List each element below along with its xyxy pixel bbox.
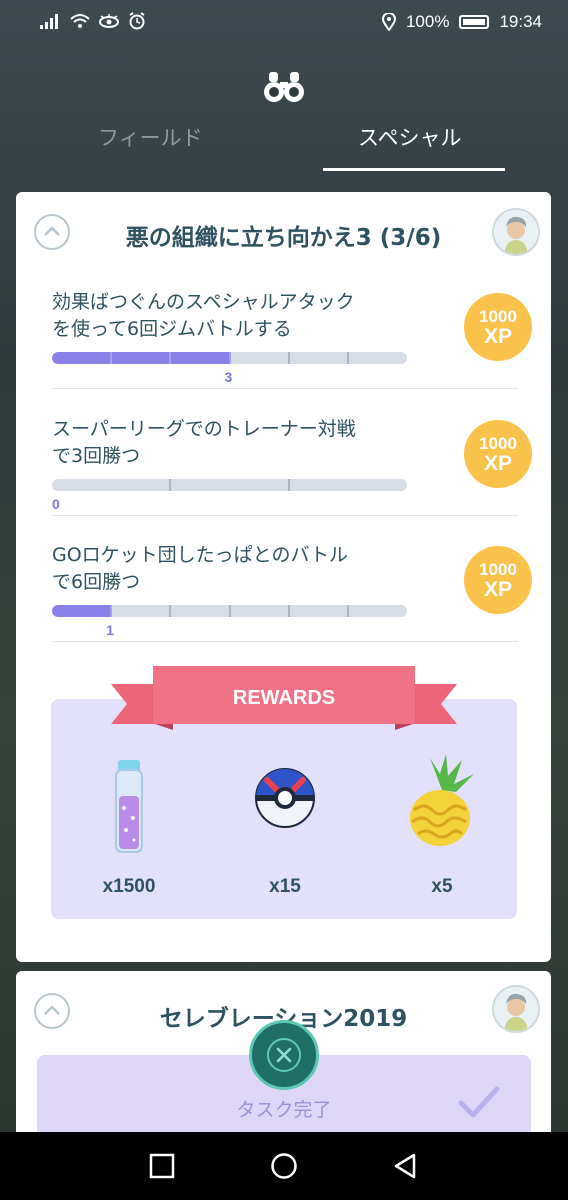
battery-percent: 100% <box>405 12 450 31</box>
professor-avatar <box>492 985 540 1033</box>
progress-segment-divider <box>346 605 349 617</box>
reward-quantity: x15 <box>269 876 301 897</box>
status-bar: 100% 19:34 <box>0 0 568 48</box>
close-icon <box>267 1038 301 1072</box>
special-research-card: 悪の組織に立ち向かえ3 (3/6) 効果ばつぐんのスペシャルアタック を使って6… <box>16 192 551 962</box>
professor-willow-icon <box>494 987 538 1031</box>
rewards-title: REWARDS <box>233 687 335 709</box>
task-description: スーパーリーグでのトレーナー対戦 で3回勝つ <box>52 416 422 470</box>
task-progress-bar <box>52 479 407 491</box>
reward-quantity: x1500 <box>102 876 156 897</box>
signal-icon <box>40 14 58 29</box>
research-task-3: GOロケット団したっぱとのバトル で6回勝つ 1000 XP 1 <box>52 542 532 662</box>
location-icon <box>381 13 396 31</box>
task-text-line-1: スーパーリーグでのトレーナー対戦 <box>52 418 356 440</box>
battery-icon <box>459 15 490 29</box>
reward-stardust: x1500 <box>69 752 189 897</box>
back-icon[interactable] <box>392 1152 418 1180</box>
xp-unit: XP <box>483 578 512 601</box>
progress-segment-divider <box>287 605 290 617</box>
task-description: 効果ばつぐんのスペシャルアタック を使って6回ジムバトルする <box>52 289 422 343</box>
progress-segment-divider <box>287 479 290 491</box>
xp-reward-badge: 1000 XP <box>464 293 532 361</box>
active-tab-indicator <box>323 168 505 171</box>
research-task-1: 効果ばつぐんのスペシャルアタック を使って6回ジムバトルする 1000 XP 3 <box>52 289 532 409</box>
xp-amount: 1000 <box>479 560 517 579</box>
task-text-line-1: GOロケット団したっぱとのバトル <box>52 544 349 566</box>
wifi-icon <box>70 14 90 28</box>
research-title: 悪の組織に立ち向かえ3 (3/6) <box>125 225 442 251</box>
recents-icon[interactable] <box>149 1153 175 1179</box>
golden-pinap-berry-icon <box>410 754 474 846</box>
status-icons-left <box>40 12 146 30</box>
task-text-line-2: で6回勝つ <box>52 571 141 593</box>
divider <box>52 641 518 642</box>
progress-segment-divider <box>169 479 172 491</box>
progress-segment-divider <box>169 605 172 617</box>
progress-segment-divider <box>346 352 349 364</box>
reward-quantity: x5 <box>431 876 453 897</box>
great-ball-icon <box>255 768 315 828</box>
progress-segment-divider <box>169 352 172 364</box>
task-progress-bar <box>52 352 407 364</box>
xp-unit: XP <box>483 452 512 475</box>
xp-unit: XP <box>483 325 512 348</box>
progress-count: 0 <box>52 496 60 512</box>
progress-segment-divider <box>110 352 113 364</box>
home-icon[interactable] <box>270 1152 298 1180</box>
clock: 19:34 <box>499 12 542 31</box>
status-icons-right: 100% 19:34 <box>381 12 542 32</box>
divider <box>52 515 518 516</box>
divider <box>52 388 518 389</box>
progress-fill <box>52 352 230 364</box>
close-button[interactable] <box>249 1020 319 1090</box>
research-tabs: フィールド スペシャル <box>0 118 568 174</box>
tab-special[interactable]: スペシャル <box>358 122 462 152</box>
rewards-ribbon: REWARDS <box>111 666 457 730</box>
tab-field[interactable]: フィールド <box>98 122 203 152</box>
task-text-line-1: 効果ばつぐんのスペシャルアタック <box>52 291 355 313</box>
progress-segment-divider <box>228 352 231 364</box>
stardust-icon <box>115 760 143 853</box>
progress-fill <box>52 605 112 617</box>
professor-willow-icon <box>494 210 538 254</box>
progress-count: 3 <box>224 369 233 385</box>
xp-amount: 1000 <box>479 434 517 453</box>
task-text-line-2: を使って6回ジムバトルする <box>52 318 292 340</box>
alarm-icon <box>129 12 145 30</box>
eye-icon <box>99 14 119 28</box>
progress-segment-divider <box>110 605 113 617</box>
reward-great-ball: x15 <box>225 752 345 897</box>
progress-segment-divider <box>287 352 290 364</box>
professor-avatar <box>492 208 540 256</box>
task-text-line-2: で3回勝つ <box>52 445 141 467</box>
system-navigation-bar <box>0 1132 568 1200</box>
checkmark-icon <box>458 1086 500 1118</box>
progress-count: 1 <box>106 622 114 638</box>
progress-segment-divider <box>228 605 231 617</box>
xp-amount: 1000 <box>479 307 517 326</box>
task-progress-bar <box>52 605 407 617</box>
research-task-2: スーパーリーグでのトレーナー対戦 で3回勝つ 1000 XP 0 <box>52 416 532 536</box>
task-description: GOロケット団したっぱとのバトル で6回勝つ <box>52 542 422 596</box>
xp-reward-badge: 1000 XP <box>464 546 532 614</box>
binoculars-icon <box>264 72 304 102</box>
xp-reward-badge: 1000 XP <box>464 420 532 488</box>
reward-golden-pinap: x5 <box>382 752 502 897</box>
